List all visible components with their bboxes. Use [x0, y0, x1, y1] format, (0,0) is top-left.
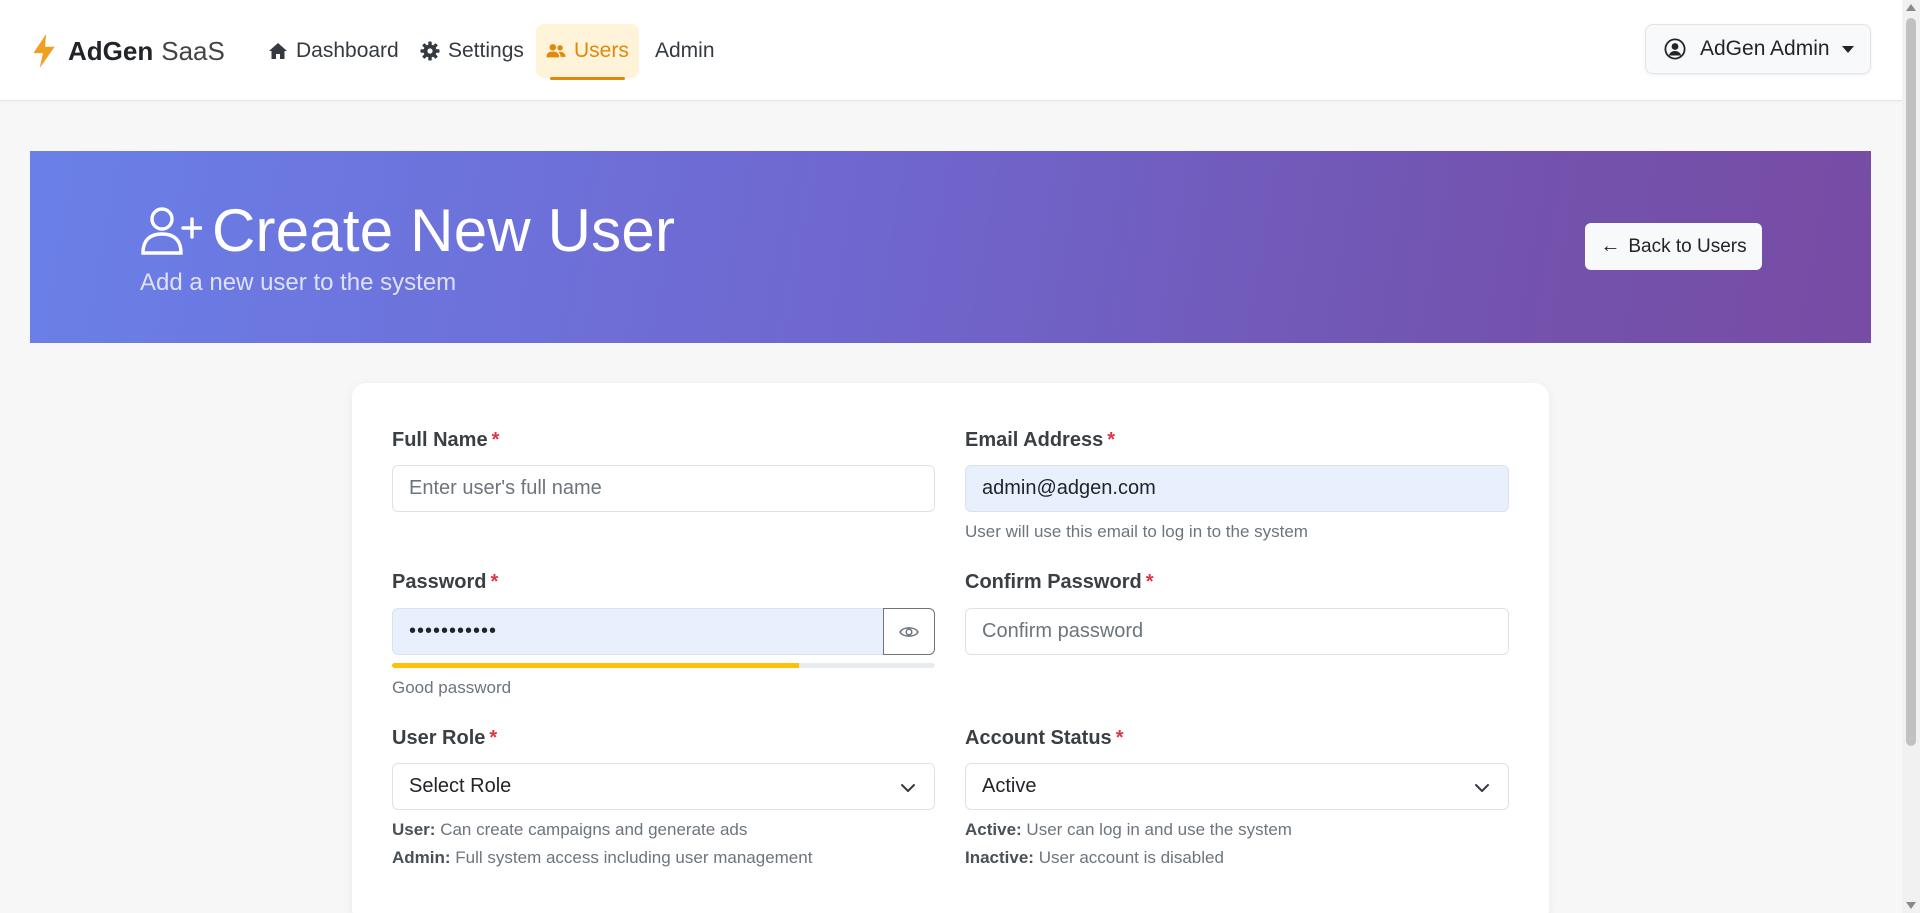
account-status-select[interactable]: Active	[965, 763, 1509, 810]
caret-down-icon	[1841, 45, 1854, 53]
password-strength-bar	[392, 663, 935, 668]
page-title-text: Create New User	[212, 197, 676, 264]
account-status-selected: Active	[982, 775, 1037, 797]
scroll-thumb[interactable]	[1906, 18, 1916, 746]
brand-name: AdGen	[68, 35, 154, 66]
nav-dashboard-label: Dashboard	[296, 39, 399, 62]
arrow-left-icon: ←	[1600, 235, 1621, 257]
nav-dashboard[interactable]: Dashboard	[258, 24, 409, 78]
user-role-label: User Role *	[392, 727, 497, 750]
brand-sub: SaaS	[161, 35, 225, 66]
user-role-select[interactable]: Select Role	[392, 763, 935, 810]
password-masked-value: •••••••••••	[409, 620, 498, 642]
help-key: Inactive:	[965, 848, 1034, 867]
full-name-input[interactable]: Enter user's full name	[392, 465, 935, 512]
confirm-password-label: Confirm Password *	[965, 571, 1154, 594]
required-marker: *	[1107, 429, 1115, 451]
users-icon	[546, 44, 566, 58]
scroll-down-icon[interactable]	[1906, 902, 1916, 909]
required-marker: *	[1115, 727, 1124, 749]
chevron-down-icon	[901, 784, 915, 792]
full-name-label-text: Full Name	[392, 429, 488, 451]
password-strength-text: Good password	[392, 678, 512, 697]
help-key: User:	[392, 820, 436, 839]
user-role-label-text: User Role	[392, 727, 486, 749]
required-marker: *	[490, 571, 499, 593]
page-scrollbar[interactable]	[1902, 0, 1920, 913]
page-title: Create New User	[140, 196, 675, 265]
help-text: User can log in and use the system	[1026, 820, 1292, 839]
nav-users[interactable]: Users	[536, 24, 639, 80]
user-circle-icon	[1664, 38, 1686, 60]
help-text: Can create campaigns and generate ads	[440, 820, 748, 839]
page-header-banner: Create New User Add a new user to the sy…	[30, 151, 1871, 343]
required-marker: *	[489, 727, 498, 749]
nav-admin-label: Admin	[655, 39, 715, 62]
help-text: User account is disabled	[1038, 848, 1224, 867]
password-strength-fill	[392, 663, 800, 668]
confirm-password-label-text: Confirm Password	[965, 571, 1142, 593]
account-status-label-text: Account Status	[965, 727, 1112, 749]
email-label-text: Email Address	[965, 429, 1104, 451]
confirm-password-input[interactable]: Confirm password	[965, 608, 1509, 655]
full-name-label: Full Name *	[392, 429, 499, 452]
email-help-text: User will use this email to log in to th…	[965, 522, 1308, 541]
eye-icon	[899, 626, 919, 637]
toggle-password-visibility-button[interactable]	[883, 608, 935, 655]
help-key: Admin:	[392, 848, 451, 867]
full-name-placeholder: Enter user's full name	[409, 477, 602, 499]
nav-admin[interactable]: Admin	[645, 24, 725, 78]
user-role-help-admin: Admin: Full system access including user…	[392, 848, 812, 868]
required-marker: *	[1145, 571, 1154, 593]
account-status-label: Account Status *	[965, 727, 1123, 750]
user-role-selected: Select Role	[409, 775, 512, 797]
user-plus-icon	[141, 206, 202, 255]
help-text: Full system access including user manage…	[455, 848, 813, 867]
user-menu-label: AdGen Admin	[1700, 37, 1830, 60]
lightning-icon	[33, 34, 55, 68]
home-icon	[269, 43, 287, 59]
nav-users-label: Users	[574, 39, 629, 62]
chevron-down-icon	[1475, 784, 1489, 792]
gear-icon	[420, 41, 440, 61]
nav-settings-label: Settings	[448, 39, 524, 62]
scroll-up-icon[interactable]	[1906, 4, 1916, 11]
create-user-form: Full Name * Enter user's full name Email …	[352, 383, 1549, 913]
brand[interactable]: AdGen SaaS	[30, 34, 225, 68]
user-menu-dropdown[interactable]: AdGen Admin	[1645, 24, 1871, 74]
password-label: Password *	[392, 571, 498, 594]
nav-settings[interactable]: Settings	[410, 24, 534, 78]
password-input[interactable]: •••••••••••	[392, 608, 884, 655]
email-label: Email Address *	[965, 429, 1115, 452]
password-label-text: Password	[392, 571, 487, 593]
email-value: admin@adgen.com	[982, 477, 1156, 499]
user-role-help-user: User: Can create campaigns and generate …	[392, 820, 747, 840]
account-status-help-inactive: Inactive: User account is disabled	[965, 848, 1224, 868]
confirm-password-placeholder: Confirm password	[982, 620, 1144, 642]
required-marker: *	[491, 429, 500, 451]
email-input[interactable]: admin@adgen.com	[965, 465, 1509, 512]
top-navbar: AdGen SaaS Dashboard Settings Users Admi…	[0, 0, 1902, 101]
page-subtitle: Add a new user to the system	[140, 269, 457, 296]
back-to-users-label: Back to Users	[1628, 235, 1747, 257]
back-to-users-button[interactable]: ← Back to Users	[1585, 223, 1762, 270]
help-key: Active:	[965, 820, 1022, 839]
account-status-help-active: Active: User can log in and use the syst…	[965, 820, 1292, 840]
